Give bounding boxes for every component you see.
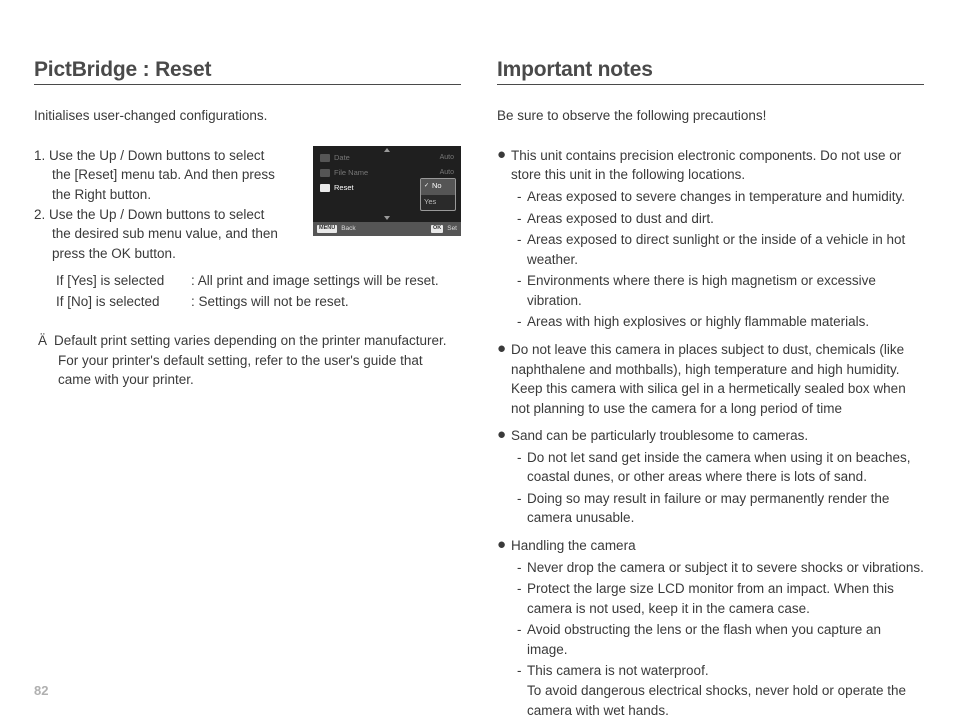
bullet-1-sub-0: Areas exposed to severe changes in tempe…: [527, 187, 924, 207]
note-line3: came with your printer.: [38, 370, 461, 390]
submenu-no: ✓ No: [421, 179, 455, 194]
bullet-4: ● Handling the camera -Never drop the ca…: [497, 536, 924, 720]
screen-row-date: Date Auto: [318, 151, 456, 166]
step1-line2: the [Reset] menu tab. And then press: [34, 165, 307, 185]
submenu: ✓ No Yes: [420, 178, 456, 211]
back-label: Back: [341, 224, 355, 233]
ok-badge: OK: [431, 225, 443, 233]
bullet-3: ● Sand can be particularly troublesome t…: [497, 426, 924, 528]
step2-line1: 2. Use the Up / Down buttons to select: [34, 205, 264, 225]
bullet-dot: ●: [497, 340, 511, 418]
page-number: 82: [34, 683, 48, 698]
arrow-down-icon: [384, 216, 390, 220]
note-line1: Default print setting varies depending o…: [54, 333, 446, 348]
right-intro: Be sure to observe the following precaut…: [497, 107, 924, 126]
note-block: ÄDefault print setting varies depending …: [34, 331, 461, 390]
bullet-1-text: This unit contains precision electronic …: [511, 148, 901, 183]
bullet-1: ● This unit contains precision electroni…: [497, 146, 924, 332]
step1-line1: 1. Use the Up / Down buttons to select: [34, 146, 264, 166]
left-heading: PictBridge : Reset: [34, 58, 461, 85]
bullet-4-sub-1: Protect the large size LCD monitor from …: [527, 579, 924, 618]
def-yes-val: All print and image settings will be res…: [191, 271, 439, 292]
left-intro: Initialises user-changed configurations.: [34, 107, 461, 126]
def-no-key: If [No] is selected: [56, 292, 191, 313]
date-icon: [320, 154, 330, 162]
bullet-4-sub-2: Avoid obstructing the lens or the flash …: [527, 620, 924, 659]
bullet-3-sub-0: Do not let sand get inside the camera wh…: [527, 448, 924, 487]
menu-badge: MENU: [317, 225, 337, 233]
right-column: Important notes Be sure to observe the f…: [497, 58, 924, 720]
bullet-3-sub-1: Doing so may result in failure or may pe…: [527, 489, 924, 528]
steps-block: 1. Use the Up / Down buttons to select t…: [34, 146, 461, 313]
definitions: If [Yes] is selected All print and image…: [56, 271, 461, 313]
bullet-2: ● Do not leave this camera in places sub…: [497, 340, 924, 418]
check-icon: ✓: [424, 183, 430, 189]
right-heading: Important notes: [497, 58, 924, 85]
bullet-1-sub-1: Areas exposed to dust and dirt.: [527, 209, 924, 229]
bullet-1-sub-3: Environments where there is high magneti…: [527, 271, 924, 310]
bullet-1-sub-2: Areas exposed to direct sunlight or the …: [527, 230, 924, 269]
bullet-dot: ●: [497, 146, 511, 332]
bullet-2-text: Do not leave this camera in places subje…: [511, 340, 924, 418]
bullet-4-text: Handling the camera: [511, 538, 636, 553]
step2-line3: press the OK button.: [34, 244, 307, 264]
left-column: PictBridge : Reset Initialises user-chan…: [34, 58, 461, 720]
filename-icon: [320, 169, 330, 177]
reset-icon: [320, 184, 330, 192]
bullet-dot: ●: [497, 536, 511, 720]
submenu-yes: Yes: [421, 194, 455, 210]
arrow-up-icon: [384, 148, 390, 152]
step1-line3: the Right button.: [34, 185, 307, 205]
set-label: Set: [447, 224, 457, 233]
bullet-1-sub-4: Areas with high explosives or highly fla…: [527, 312, 924, 332]
bullet-4-sub-3: This camera is not waterproof.: [527, 663, 709, 678]
note-line2: For your printer's default setting, refe…: [38, 351, 461, 371]
step2-line2: the desired sub menu value, and then: [34, 224, 307, 244]
bullet-3-text: Sand can be particularly troublesome to …: [511, 428, 808, 443]
bullet-4-tail: To avoid dangerous electrical shocks, ne…: [527, 681, 924, 720]
def-yes-key: If [Yes] is selected: [56, 271, 191, 292]
note-symbol: Ä: [38, 331, 54, 351]
bullet-4-sub-0: Never drop the camera or subject it to s…: [527, 558, 924, 578]
screen-footer: MENU Back OK Set: [313, 222, 461, 236]
bullet-dot: ●: [497, 426, 511, 528]
camera-screen: Date Auto File Name Auto Reset ✓: [313, 146, 461, 236]
def-no-val: Settings will not be reset.: [191, 292, 349, 313]
bullets: ● This unit contains precision electroni…: [497, 146, 924, 720]
